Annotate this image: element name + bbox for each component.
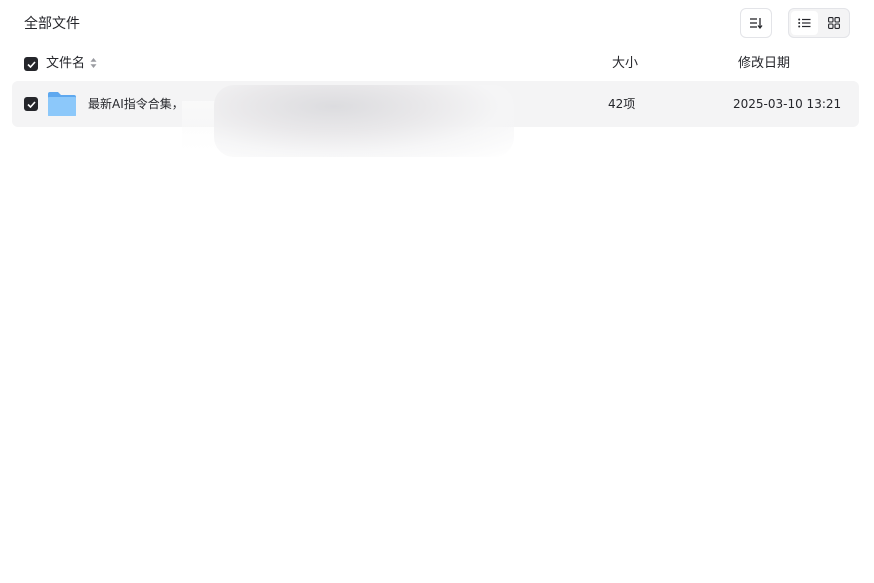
sort-caret-icon[interactable] — [90, 57, 97, 69]
file-browser: 全部文件 文件名 大小 修改日期 最新AI指令合集， 42项 2025-03-1… — [0, 0, 874, 583]
breadcrumb[interactable]: 全部文件 — [24, 14, 80, 34]
check-icon — [26, 60, 36, 68]
check-icon — [26, 100, 36, 108]
view-toggle — [788, 8, 850, 38]
sort-button[interactable] — [740, 8, 772, 38]
grid-view-button[interactable] — [820, 11, 847, 35]
file-modified: 2025-03-10 13:21 — [733, 97, 842, 111]
select-all-checkbox[interactable] — [24, 57, 38, 71]
table-row[interactable]: 最新AI指令合集， 42项 2025-03-10 13:21 — [12, 81, 859, 157]
row-checkbox[interactable] — [24, 97, 38, 111]
column-name-header[interactable]: 文件名 — [46, 55, 85, 73]
column-size-header: 大小 — [612, 56, 639, 71]
folder-icon — [48, 92, 76, 116]
table-header: 文件名 大小 修改日期 — [12, 50, 859, 78]
redaction-blur — [214, 85, 514, 157]
grid-icon — [827, 17, 840, 29]
file-name[interactable]: 最新AI指令合集， — [88, 96, 184, 112]
column-modified-header: 修改日期 — [738, 56, 791, 71]
sort-icon — [750, 18, 763, 29]
list-icon — [798, 18, 811, 28]
list-view-button[interactable] — [791, 11, 818, 35]
file-size: 42项 — [608, 97, 636, 111]
